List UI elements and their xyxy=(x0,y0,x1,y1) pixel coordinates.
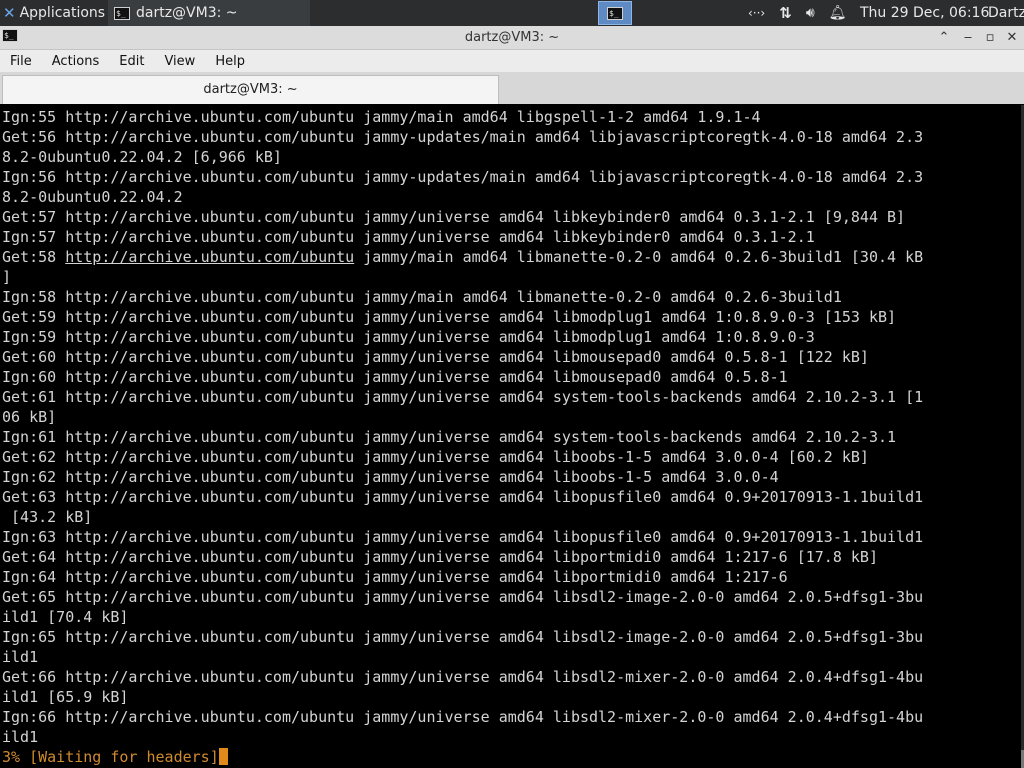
terminal-line: Get:60 http://archive.ubuntu.com/ubuntu … xyxy=(2,348,869,366)
terminal-line: Get:62 http://archive.ubuntu.com/ubuntu … xyxy=(2,448,869,466)
progress-status-line: 3% [Waiting for headers] xyxy=(2,747,1021,767)
menu-actions[interactable]: Actions xyxy=(42,54,110,69)
terminal-line: Ign:61 http://archive.ubuntu.com/ubuntu … xyxy=(2,428,897,446)
user-menu[interactable]: Dartz xyxy=(988,0,1024,26)
progress-status-text: 3% [Waiting for headers] xyxy=(2,748,219,766)
system-tray: ‹··› ⇅ 🔊︎ 🔔︎ xyxy=(748,0,846,26)
terminal-line: ild1 [70.4 kB] xyxy=(2,608,129,626)
line-suffix: jammy/main amd64 libmanette-0.2-0 amd64 … xyxy=(354,248,924,266)
terminal-line: Ign:60 http://archive.ubuntu.com/ubuntu … xyxy=(2,368,788,386)
terminal-line: Ign:63 http://archive.ubuntu.com/ubuntu … xyxy=(2,528,924,546)
menu-help[interactable]: Help xyxy=(205,54,255,69)
maximize-button[interactable]: ▫ xyxy=(980,26,1000,50)
clock[interactable]: Thu 29 Dec, 06:16 xyxy=(860,0,989,26)
top-panel: ✕ Applications $_ dartz@VM3: ~ $_ ‹··› ⇅… xyxy=(0,0,1024,26)
terminal-line: ] xyxy=(2,268,12,286)
terminal-line: Ign:56 http://archive.ubuntu.com/ubuntu … xyxy=(2,168,924,186)
applications-label: Applications xyxy=(19,5,106,21)
notification-bell-icon[interactable]: 🔔︎ xyxy=(829,5,847,21)
volume-icon[interactable]: 🔊︎ xyxy=(806,5,815,21)
terminal-line: 8.2-0ubuntu0.22.04.2 xyxy=(2,188,183,206)
minimize-button[interactable]: ‒ xyxy=(958,26,978,50)
terminal-line: Ign:59 http://archive.ubuntu.com/ubuntu … xyxy=(2,328,815,346)
terminal-line: Get:65 http://archive.ubuntu.com/ubuntu … xyxy=(2,588,924,606)
window-title: dartz@VM3: ~ xyxy=(464,30,560,45)
terminal-line: Ign:55 http://archive.ubuntu.com/ubuntu … xyxy=(2,108,761,126)
terminal-line: Ign:66 http://archive.ubuntu.com/ubuntu … xyxy=(2,708,924,726)
terminal-line: Get:64 http://archive.ubuntu.com/ubuntu … xyxy=(2,548,878,566)
menu-edit[interactable]: Edit xyxy=(109,54,154,69)
terminal-line: 8.2-0ubuntu0.22.04.2 [6,966 kB] xyxy=(2,148,282,166)
terminal-line: Get:56 http://archive.ubuntu.com/ubuntu … xyxy=(2,128,924,146)
terminal-icon: $_ xyxy=(114,6,130,20)
taskbar-item-label: dartz@VM3: ~ xyxy=(136,5,238,21)
terminal-output[interactable]: Ign:55 http://archive.ubuntu.com/ubuntu … xyxy=(0,105,1021,768)
terminal-line: ild1 [65.9 kB] xyxy=(2,688,129,706)
terminal-line: Ign:65 http://archive.ubuntu.com/ubuntu … xyxy=(2,628,924,646)
terminal-line: Ign:64 http://archive.ubuntu.com/ubuntu … xyxy=(2,568,788,586)
terminal-line: Get:57 http://archive.ubuntu.com/ubuntu … xyxy=(2,208,906,226)
terminal-line: Get:59 http://archive.ubuntu.com/ubuntu … xyxy=(2,308,897,326)
workspace-terminal-button[interactable]: $_ xyxy=(598,1,632,25)
terminal-icon: $_ xyxy=(607,6,623,20)
terminal-line: ild1 xyxy=(2,648,39,666)
terminal-line: 06 kB] xyxy=(2,408,57,426)
xfce-logo-icon: ✕ xyxy=(3,4,16,22)
terminal-line: Get:66 http://archive.ubuntu.com/ubuntu … xyxy=(2,668,924,686)
menu-view[interactable]: View xyxy=(154,54,205,69)
tab-terminal[interactable]: dartz@VM3: ~ xyxy=(2,75,499,104)
terminal-line: ild1 xyxy=(2,728,39,746)
network-code-icon[interactable]: ‹··› xyxy=(748,6,765,20)
terminal-line: Ign:58 http://archive.ubuntu.com/ubuntu … xyxy=(2,288,842,306)
terminal-line: Get:63 http://archive.ubuntu.com/ubuntu … xyxy=(2,488,924,506)
line-prefix: Get:58 xyxy=(2,248,66,266)
terminal-line: Get:61 http://archive.ubuntu.com/ubuntu … xyxy=(2,388,924,406)
shade-button[interactable]: ⌃ xyxy=(934,26,954,50)
applications-menu-button[interactable]: ✕ Applications xyxy=(0,0,111,26)
terminal-line: Ign:57 http://archive.ubuntu.com/ubuntu … xyxy=(2,228,815,246)
menu-bar: File Actions Edit View Help xyxy=(0,50,1024,72)
taskbar-item-terminal[interactable]: $_ dartz@VM3: ~ xyxy=(108,0,310,26)
tab-bar: dartz@VM3: ~ xyxy=(0,72,1024,104)
close-button[interactable]: ✕ xyxy=(1002,26,1022,50)
hovered-url-link[interactable]: http://archive.ubuntu.com/ubuntu xyxy=(65,248,354,266)
terminal-line: Ign:62 http://archive.ubuntu.com/ubuntu … xyxy=(2,468,779,486)
terminal-line: [43.2 kB] xyxy=(2,508,93,526)
terminal-line: Get:58 http://archive.ubuntu.com/ubuntu … xyxy=(2,247,1021,267)
window-title-bar[interactable]: $_ dartz@VM3: ~ ⌃ ‒ ▫ ✕ xyxy=(0,26,1024,50)
menu-file[interactable]: File xyxy=(0,54,42,69)
network-transfer-icon[interactable]: ⇅ xyxy=(779,4,792,22)
text-cursor xyxy=(218,748,228,765)
